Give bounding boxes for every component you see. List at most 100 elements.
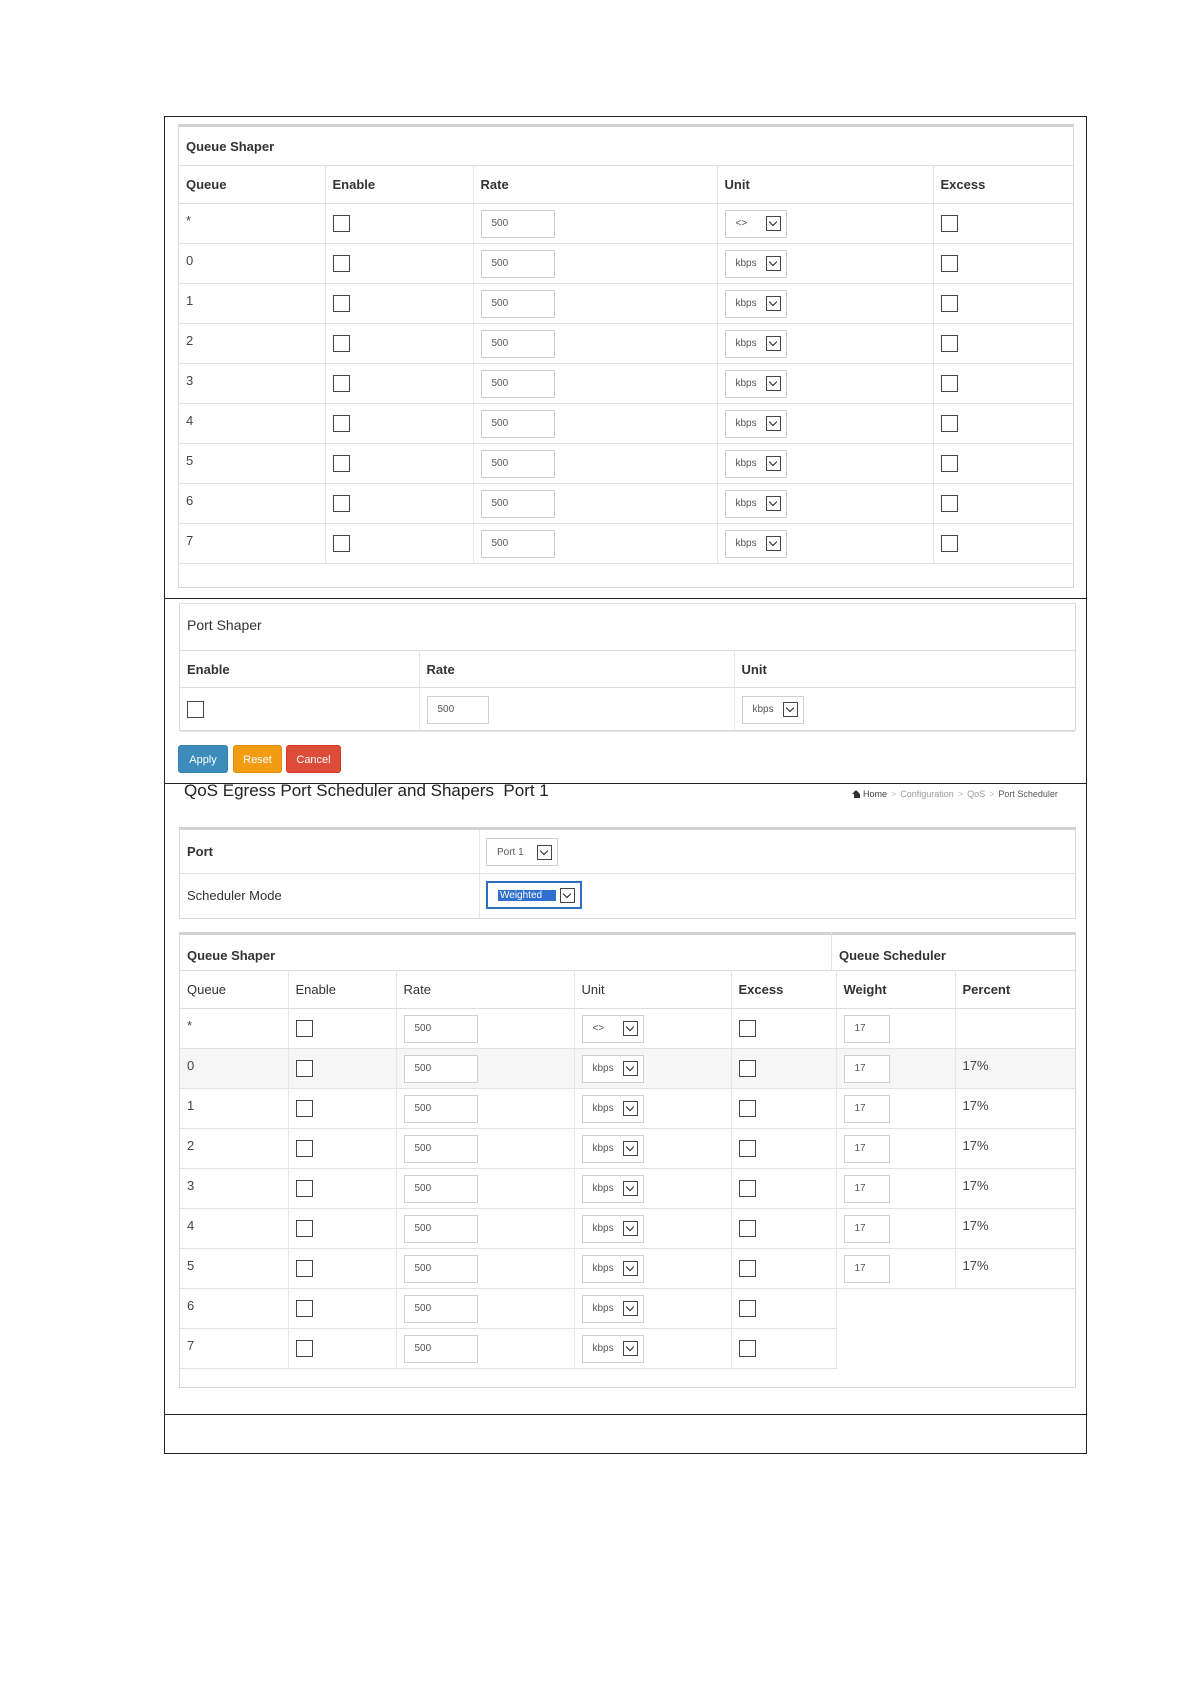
weight-input[interactable]: 17 bbox=[843, 1094, 890, 1123]
unit-cell: kbps bbox=[574, 1048, 732, 1089]
enable-cell bbox=[325, 283, 474, 324]
rate-input[interactable]: 500 bbox=[403, 1214, 478, 1243]
unit-select[interactable]: kbps bbox=[581, 1294, 644, 1323]
rate-input[interactable]: 500 bbox=[403, 1054, 478, 1083]
rate-input[interactable]: 500 bbox=[480, 489, 555, 518]
rate-input[interactable]: 500 bbox=[480, 409, 555, 438]
breadcrumb-configuration[interactable]: Configuration bbox=[900, 789, 954, 799]
excess-checkbox[interactable] bbox=[940, 415, 958, 433]
unit-select[interactable]: kbps bbox=[581, 1334, 644, 1363]
reset-button[interactable]: Reset bbox=[233, 745, 282, 773]
unit-select[interactable]: kbps bbox=[724, 249, 787, 278]
enable-checkbox[interactable] bbox=[332, 455, 350, 473]
enable-checkbox[interactable] bbox=[295, 1100, 313, 1118]
enable-checkbox[interactable] bbox=[332, 375, 350, 393]
enable-checkbox[interactable] bbox=[295, 1220, 313, 1238]
unit-select[interactable]: kbps bbox=[581, 1094, 644, 1123]
unit-select[interactable]: kbps bbox=[724, 289, 787, 318]
unit-select[interactable]: kbps bbox=[581, 1254, 644, 1283]
unit-select[interactable]: kbps bbox=[581, 1054, 644, 1083]
chevron-down-icon bbox=[560, 887, 575, 903]
excess-checkbox[interactable] bbox=[940, 335, 958, 353]
unit-select[interactable]: kbps bbox=[581, 1174, 644, 1203]
rate-input[interactable]: 500 bbox=[480, 529, 555, 558]
excess-checkbox[interactable] bbox=[738, 1180, 756, 1198]
weight-input[interactable]: 17 bbox=[843, 1254, 890, 1283]
excess-checkbox[interactable] bbox=[940, 455, 958, 473]
excess-checkbox[interactable] bbox=[940, 375, 958, 393]
breadcrumb-qos[interactable]: QoS bbox=[967, 789, 985, 799]
excess-checkbox[interactable] bbox=[940, 215, 958, 233]
weight-input[interactable]: 17 bbox=[843, 1134, 890, 1163]
enable-checkbox[interactable] bbox=[295, 1340, 313, 1358]
port-shaper-rate-input[interactable]: 500 bbox=[426, 695, 489, 724]
excess-checkbox[interactable] bbox=[940, 495, 958, 513]
breadcrumb-home[interactable]: Home bbox=[852, 789, 887, 799]
rate-input[interactable]: 500 bbox=[480, 289, 555, 318]
enable-checkbox[interactable] bbox=[332, 495, 350, 513]
excess-checkbox[interactable] bbox=[738, 1220, 756, 1238]
enable-checkbox[interactable] bbox=[295, 1300, 313, 1318]
enable-checkbox[interactable] bbox=[295, 1020, 313, 1038]
enable-checkbox[interactable] bbox=[332, 335, 350, 353]
rate-input[interactable]: 500 bbox=[403, 1294, 478, 1323]
port-shaper-enable-checkbox[interactable] bbox=[187, 701, 204, 719]
rate-input[interactable]: 500 bbox=[480, 249, 555, 278]
weight-input[interactable]: 17 bbox=[843, 1054, 890, 1083]
queue-number: 5 bbox=[186, 453, 194, 468]
weight-input[interactable]: 17 bbox=[843, 1214, 890, 1243]
rate-input[interactable]: 500 bbox=[480, 329, 555, 358]
queue-number: 6 bbox=[186, 493, 194, 508]
excess-checkbox[interactable] bbox=[940, 255, 958, 273]
weight-input[interactable]: 17 bbox=[843, 1174, 890, 1203]
rate-input[interactable]: 500 bbox=[403, 1254, 478, 1283]
unit-select[interactable]: kbps bbox=[724, 489, 787, 518]
excess-checkbox[interactable] bbox=[738, 1100, 756, 1118]
unit-select[interactable]: kbps bbox=[724, 409, 787, 438]
enable-checkbox[interactable] bbox=[295, 1180, 313, 1198]
excess-checkbox[interactable] bbox=[940, 535, 958, 553]
cancel-button[interactable]: Cancel bbox=[286, 745, 341, 773]
enable-checkbox[interactable] bbox=[332, 415, 350, 433]
rate-input[interactable]: 500 bbox=[480, 449, 555, 478]
apply-button[interactable]: Apply bbox=[178, 745, 228, 773]
unit-select[interactable]: <> bbox=[724, 209, 787, 238]
excess-checkbox[interactable] bbox=[738, 1300, 756, 1318]
excess-checkbox[interactable] bbox=[738, 1340, 756, 1358]
unit-select[interactable]: kbps bbox=[581, 1214, 644, 1243]
rate-input[interactable]: 500 bbox=[403, 1094, 478, 1123]
unit-select[interactable]: kbps bbox=[724, 369, 787, 398]
queue-number: 7 bbox=[187, 1338, 195, 1353]
unit-cell: kbps bbox=[717, 363, 934, 404]
rate-input[interactable]: 500 bbox=[480, 209, 555, 238]
enable-checkbox[interactable] bbox=[332, 215, 350, 233]
unit-select[interactable]: kbps bbox=[724, 329, 787, 358]
enable-checkbox[interactable] bbox=[295, 1060, 313, 1078]
excess-checkbox[interactable] bbox=[940, 295, 958, 313]
excess-checkbox[interactable] bbox=[738, 1140, 756, 1158]
excess-checkbox[interactable] bbox=[738, 1260, 756, 1278]
enable-checkbox[interactable] bbox=[332, 295, 350, 313]
scheduler-mode-select[interactable]: Weighted bbox=[486, 881, 582, 909]
rate-input[interactable]: 500 bbox=[480, 369, 555, 398]
unit-select[interactable]: kbps bbox=[724, 529, 787, 558]
enable-checkbox[interactable] bbox=[295, 1260, 313, 1278]
unit-select[interactable]: <> bbox=[581, 1014, 644, 1043]
port-shaper-unit-select[interactable]: kbps bbox=[741, 695, 804, 724]
rate-input[interactable]: 500 bbox=[403, 1174, 478, 1203]
queue-shaper-title: Queue Shaper bbox=[186, 139, 275, 154]
weight-input[interactable]: 17 bbox=[843, 1014, 890, 1043]
enable-checkbox[interactable] bbox=[332, 255, 350, 273]
unit-select[interactable]: kbps bbox=[724, 449, 787, 478]
percent-cell bbox=[955, 1008, 1075, 1049]
rate-input[interactable]: 500 bbox=[403, 1134, 478, 1163]
table-row: 7 500 kbps bbox=[180, 1328, 1075, 1369]
excess-checkbox[interactable] bbox=[738, 1060, 756, 1078]
enable-checkbox[interactable] bbox=[295, 1140, 313, 1158]
rate-input[interactable]: 500 bbox=[403, 1334, 478, 1363]
excess-checkbox[interactable] bbox=[738, 1020, 756, 1038]
rate-input[interactable]: 500 bbox=[403, 1014, 478, 1043]
enable-checkbox[interactable] bbox=[332, 535, 350, 553]
unit-select[interactable]: kbps bbox=[581, 1134, 644, 1163]
port-select[interactable]: Port 1 bbox=[486, 838, 558, 866]
